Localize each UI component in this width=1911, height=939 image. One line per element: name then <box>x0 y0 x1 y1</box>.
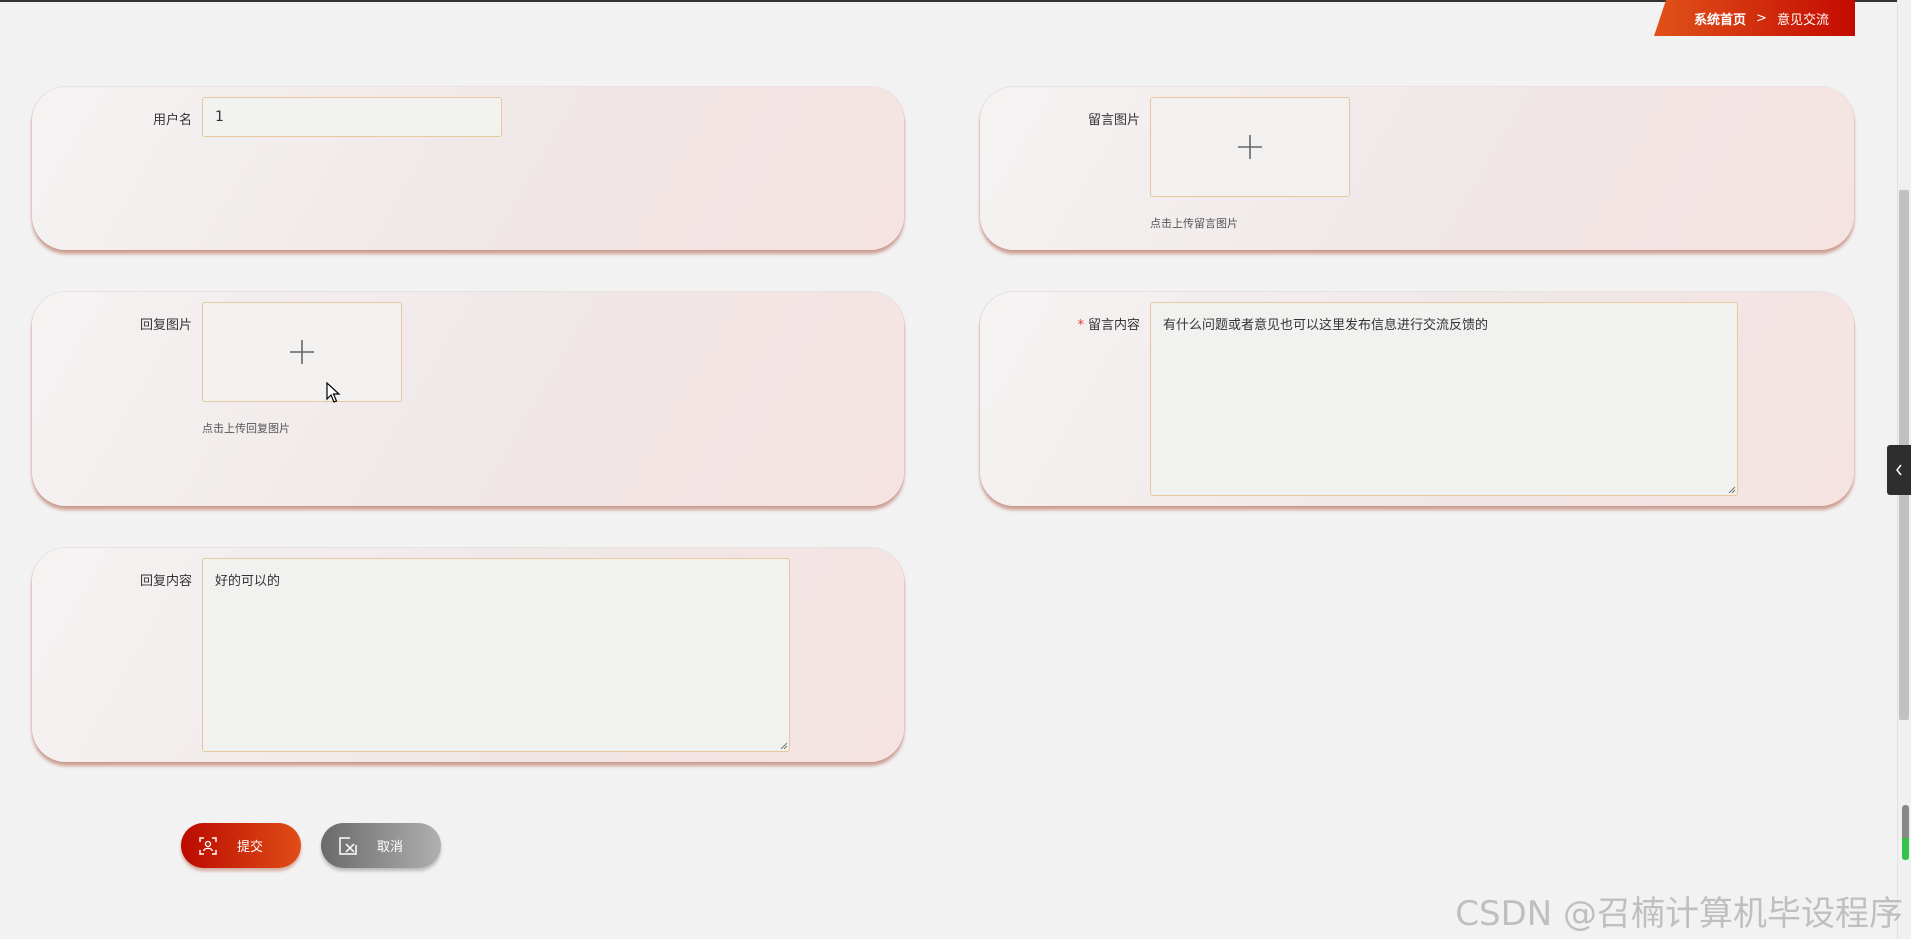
reply-content-value: 好的可以的 <box>215 574 281 589</box>
username-input[interactable]: 1 <box>202 97 502 137</box>
message-image-upload[interactable] <box>1150 97 1350 197</box>
username-card: 用户名 1 <box>32 87 904 250</box>
reply-image-hint: 点击上传回复图片 <box>202 422 290 435</box>
message-content-value: 有什么问题或者意见也可以这里发布信息进行交流反馈的 <box>1163 318 1489 333</box>
breadcrumb: 系统首页 > 意见交流 <box>1654 0 1855 36</box>
mouse-cursor-icon <box>326 382 341 403</box>
reply-content-label: 回复内容 <box>139 574 192 589</box>
message-image-card: 留言图片 点击上传留言图片 <box>980 87 1854 250</box>
username-label: 用户名 <box>152 113 192 128</box>
message-content-card: * 留言内容 有什么问题或者意见也可以这里发布信息进行交流反馈的 <box>980 292 1854 506</box>
breadcrumb-home-link[interactable]: 系统首页 <box>1694 9 1746 28</box>
close-box-icon <box>339 836 357 855</box>
top-border <box>0 0 1911 2</box>
reply-image-card: 回复图片 点击上传回复图片 <box>32 292 904 506</box>
scan-face-icon <box>199 836 217 855</box>
message-content-label-text: 留言内容 <box>1087 318 1140 333</box>
reply-image-label: 回复图片 <box>139 318 192 333</box>
reply-content-textarea[interactable]: 好的可以的 <box>202 558 790 752</box>
submit-button[interactable]: 提交 <box>181 823 301 868</box>
breadcrumb-current: 意见交流 <box>1776 12 1829 28</box>
required-mark: * <box>1077 318 1084 333</box>
message-image-hint: 点击上传留言图片 <box>1150 217 1238 230</box>
watermark: CSDN @召楠计算机毕设程序 <box>1455 894 1903 934</box>
plus-icon <box>290 340 314 364</box>
reply-content-card: 回复内容 好的可以的 <box>32 548 904 762</box>
resize-grip-icon[interactable] <box>780 742 788 750</box>
message-image-label: 留言图片 <box>1087 113 1140 128</box>
reply-image-upload[interactable] <box>202 302 402 402</box>
submit-button-label: 提交 <box>237 840 264 855</box>
page: 系统首页 > 意见交流 用户名 1 留言图片 点击上传留言图片 回复图片 点击上… <box>0 0 1911 939</box>
resize-grip-icon[interactable] <box>1728 486 1736 494</box>
chevron-left-icon <box>1896 464 1902 476</box>
scroll-indicator <box>1902 805 1909 860</box>
drawer-toggle-button[interactable] <box>1887 445 1911 495</box>
message-content-textarea[interactable]: 有什么问题或者意见也可以这里发布信息进行交流反馈的 <box>1150 302 1738 496</box>
cancel-button[interactable]: 取消 <box>321 823 441 868</box>
plus-icon <box>1238 135 1262 159</box>
breadcrumb-separator: > <box>1756 10 1767 26</box>
cancel-button-label: 取消 <box>377 840 404 855</box>
message-content-label: * 留言内容 <box>980 314 1140 333</box>
